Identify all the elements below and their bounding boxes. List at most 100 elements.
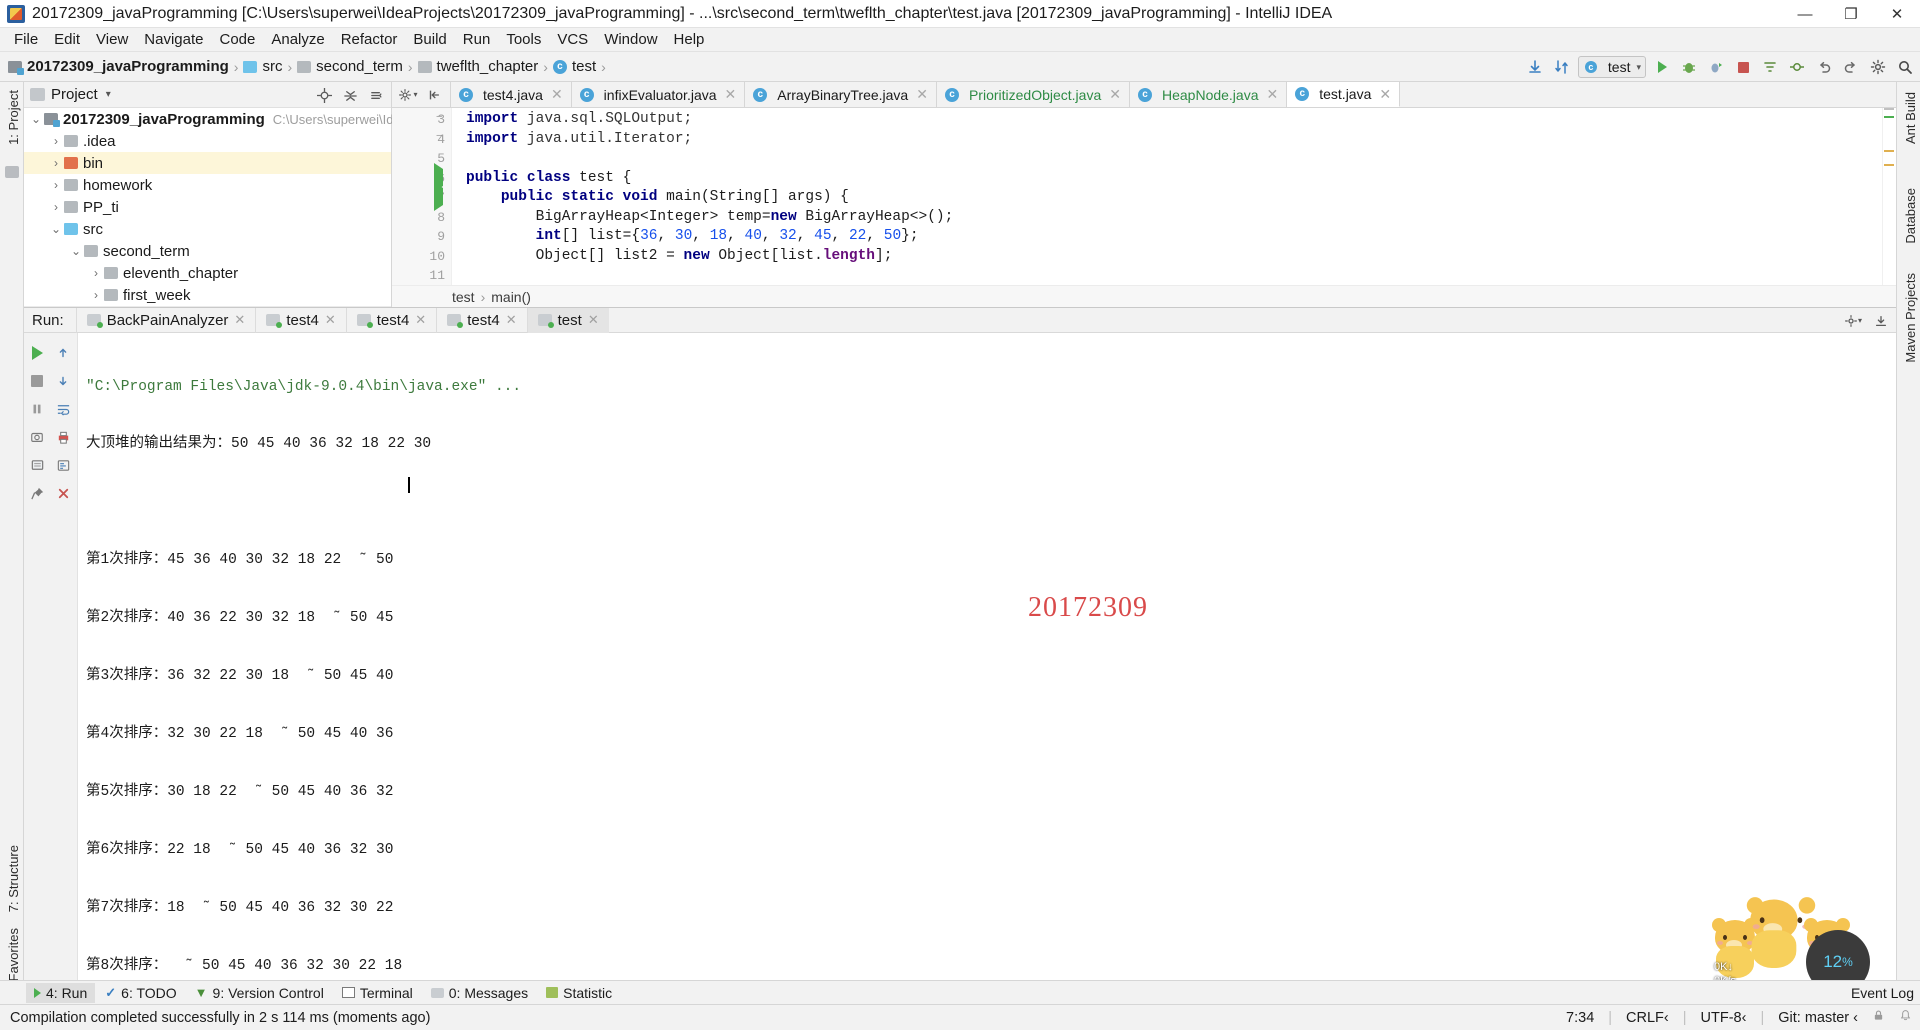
menu-help[interactable]: Help [666, 29, 713, 50]
chevron-down-icon[interactable]: ⌄ [48, 222, 64, 236]
download-icon[interactable] [1524, 56, 1546, 78]
settings-gear-icon[interactable] [1867, 56, 1889, 78]
tool-button-messages[interactable]: 0: Messages [423, 983, 536, 1003]
menu-build[interactable]: Build [405, 29, 454, 50]
source-code[interactable]: import java.sql.SQLOutput; import java.u… [452, 108, 1882, 307]
tool-button-run[interactable]: 4: Run [26, 982, 96, 1003]
hide-window-icon[interactable] [1870, 310, 1892, 332]
fold-marker-icon[interactable]: − [436, 111, 442, 123]
hide-tabs-icon[interactable] [423, 84, 445, 106]
sidebar-item-maven-projects[interactable]: Maven Projects [1899, 267, 1920, 369]
editor-tab-test-java[interactable]: c test.java ✕ [1287, 82, 1401, 107]
breadcrumb-second-term[interactable]: second_term › [297, 58, 417, 75]
chevron-right-icon[interactable]: › [48, 134, 64, 148]
close-icon[interactable]: ✕ [325, 312, 336, 328]
camera-icon[interactable] [24, 423, 50, 451]
breadcrumb-method[interactable]: main() [491, 289, 531, 305]
menu-navigate[interactable]: Navigate [136, 29, 211, 50]
close-icon[interactable]: ✕ [1379, 86, 1391, 103]
rerun-button[interactable] [24, 339, 50, 367]
tool-button-statistic[interactable]: Statistic [538, 983, 620, 1003]
maximize-button[interactable]: ❐ [1828, 0, 1874, 28]
vcs-commit-icon[interactable] [1786, 56, 1808, 78]
menu-file[interactable]: File [6, 29, 46, 50]
tree-item-second-term[interactable]: ⌄ second_term [24, 240, 391, 262]
breadcrumb-tweflth-chapter[interactable]: tweflth_chapter › [417, 58, 553, 75]
tree-item-project-root[interactable]: ⌄ 20172309_javaProgramming C:\Users\supe… [24, 108, 417, 130]
chevron-right-icon[interactable]: › [48, 156, 64, 170]
editor-tab-infixevaluator-java[interactable]: c infixEvaluator.java ✕ [571, 82, 746, 107]
locate-target-icon[interactable] [313, 84, 335, 106]
sidebar-item-database[interactable]: Database [1899, 182, 1920, 250]
tree-item-idea[interactable]: › .idea [24, 130, 391, 152]
sidebar-item-project[interactable]: 1: Project [2, 84, 25, 151]
menu-edit[interactable]: Edit [46, 29, 88, 50]
close-icon[interactable]: ✕ [551, 86, 563, 103]
settings-gear-icon[interactable]: ▾ [1842, 310, 1864, 332]
run-tab-backpainanalyzer[interactable]: BackPainAnalyzer ✕ [75, 307, 256, 333]
editor-marker-bar[interactable] [1882, 108, 1896, 307]
close-icon[interactable]: ✕ [725, 86, 737, 103]
panel-options-icon[interactable] [365, 84, 387, 106]
close-icon[interactable]: ✕ [415, 312, 426, 328]
chevron-right-icon[interactable]: › [48, 178, 64, 192]
breadcrumb-src[interactable]: src › [243, 58, 297, 75]
run-tab-test4-1[interactable]: test4 ✕ [255, 307, 345, 333]
stop-button[interactable] [24, 367, 50, 395]
sidebar-item-structure[interactable]: 7: Structure [2, 839, 25, 918]
collapse-all-icon[interactable] [339, 84, 361, 106]
redo-icon[interactable] [1840, 56, 1862, 78]
tree-item-homework[interactable]: › homework [24, 174, 391, 196]
run-method-gutter-icon[interactable] [434, 182, 443, 211]
editor-gutter[interactable]: 3 4 5 6 7 8 9 10 11 12 − − [392, 108, 452, 307]
sync-icon[interactable] [1551, 56, 1573, 78]
console-output[interactable]: "C:\Program Files\Java\jdk-9.0.4\bin\jav… [78, 333, 1896, 988]
pin-icon[interactable] [24, 479, 50, 507]
menu-code[interactable]: Code [211, 29, 263, 50]
run-with-coverage-button[interactable] [1705, 56, 1727, 78]
tree-item-src[interactable]: ⌄ src [24, 218, 391, 240]
debug-button[interactable] [1678, 56, 1700, 78]
tool-button-version-control[interactable]: ▼ 9: Version Control [187, 983, 332, 1003]
menu-tools[interactable]: Tools [498, 29, 549, 50]
scroll-up-icon[interactable] [50, 339, 76, 367]
menu-refactor[interactable]: Refactor [333, 29, 406, 50]
undo-icon[interactable] [1813, 56, 1835, 78]
editor-tab-prioritizedobject-java[interactable]: c PrioritizedObject.java ✕ [936, 82, 1130, 107]
run-button[interactable] [1651, 56, 1673, 78]
run-tab-test[interactable]: test ✕ [526, 307, 609, 333]
caret-position[interactable]: 7:34 [1566, 1010, 1594, 1026]
run-tab-test4-3[interactable]: test4 ✕ [436, 307, 526, 333]
breadcrumb-project[interactable]: 20172309_javaProgramming › [8, 58, 243, 75]
notifications-icon[interactable] [1899, 1009, 1912, 1026]
sidebar-item-ant-build[interactable]: Ant Build [1899, 86, 1920, 150]
clear-all-icon[interactable] [24, 451, 50, 479]
chevron-down-icon[interactable]: ▾ [106, 89, 111, 100]
close-icon[interactable]: ✕ [1109, 86, 1121, 103]
close-icon[interactable]: ✕ [588, 312, 599, 328]
fold-marker-icon[interactable]: − [436, 130, 442, 142]
pause-button[interactable] [24, 395, 50, 423]
line-separator-indicator[interactable]: CRLF‹ [1626, 1010, 1669, 1026]
print-icon[interactable] [50, 423, 76, 451]
chevron-right-icon[interactable]: › [88, 288, 104, 302]
tree-item-pp-ti[interactable]: › PP_ti [24, 196, 391, 218]
menu-view[interactable]: View [88, 29, 136, 50]
menu-analyze[interactable]: Analyze [263, 29, 332, 50]
structure-view-icon[interactable] [5, 166, 19, 178]
menu-vcs[interactable]: VCS [549, 29, 596, 50]
settings-gear-icon[interactable]: ▾ [397, 84, 419, 106]
tree-item-eleventh-chapter[interactable]: › eleventh_chapter [24, 262, 391, 284]
close-icon[interactable] [50, 479, 76, 507]
tool-button-todo[interactable]: ✓ 6: TODO [97, 983, 184, 1003]
tree-item-bin[interactable]: › bin [24, 152, 391, 174]
tree-item-first-week[interactable]: › first_week [24, 284, 391, 306]
soft-wrap-icon[interactable] [50, 395, 76, 423]
editor-tab-test4-java[interactable]: c test4.java ✕ [451, 82, 572, 107]
chevron-down-icon[interactable]: ⌄ [68, 244, 84, 258]
close-icon[interactable]: ✕ [1267, 86, 1279, 103]
menu-run[interactable]: Run [455, 29, 499, 50]
close-button[interactable]: ✕ [1874, 0, 1920, 28]
close-icon[interactable]: ✕ [506, 312, 517, 328]
editor-tab-heapnode-java[interactable]: c HeapNode.java ✕ [1129, 82, 1288, 107]
